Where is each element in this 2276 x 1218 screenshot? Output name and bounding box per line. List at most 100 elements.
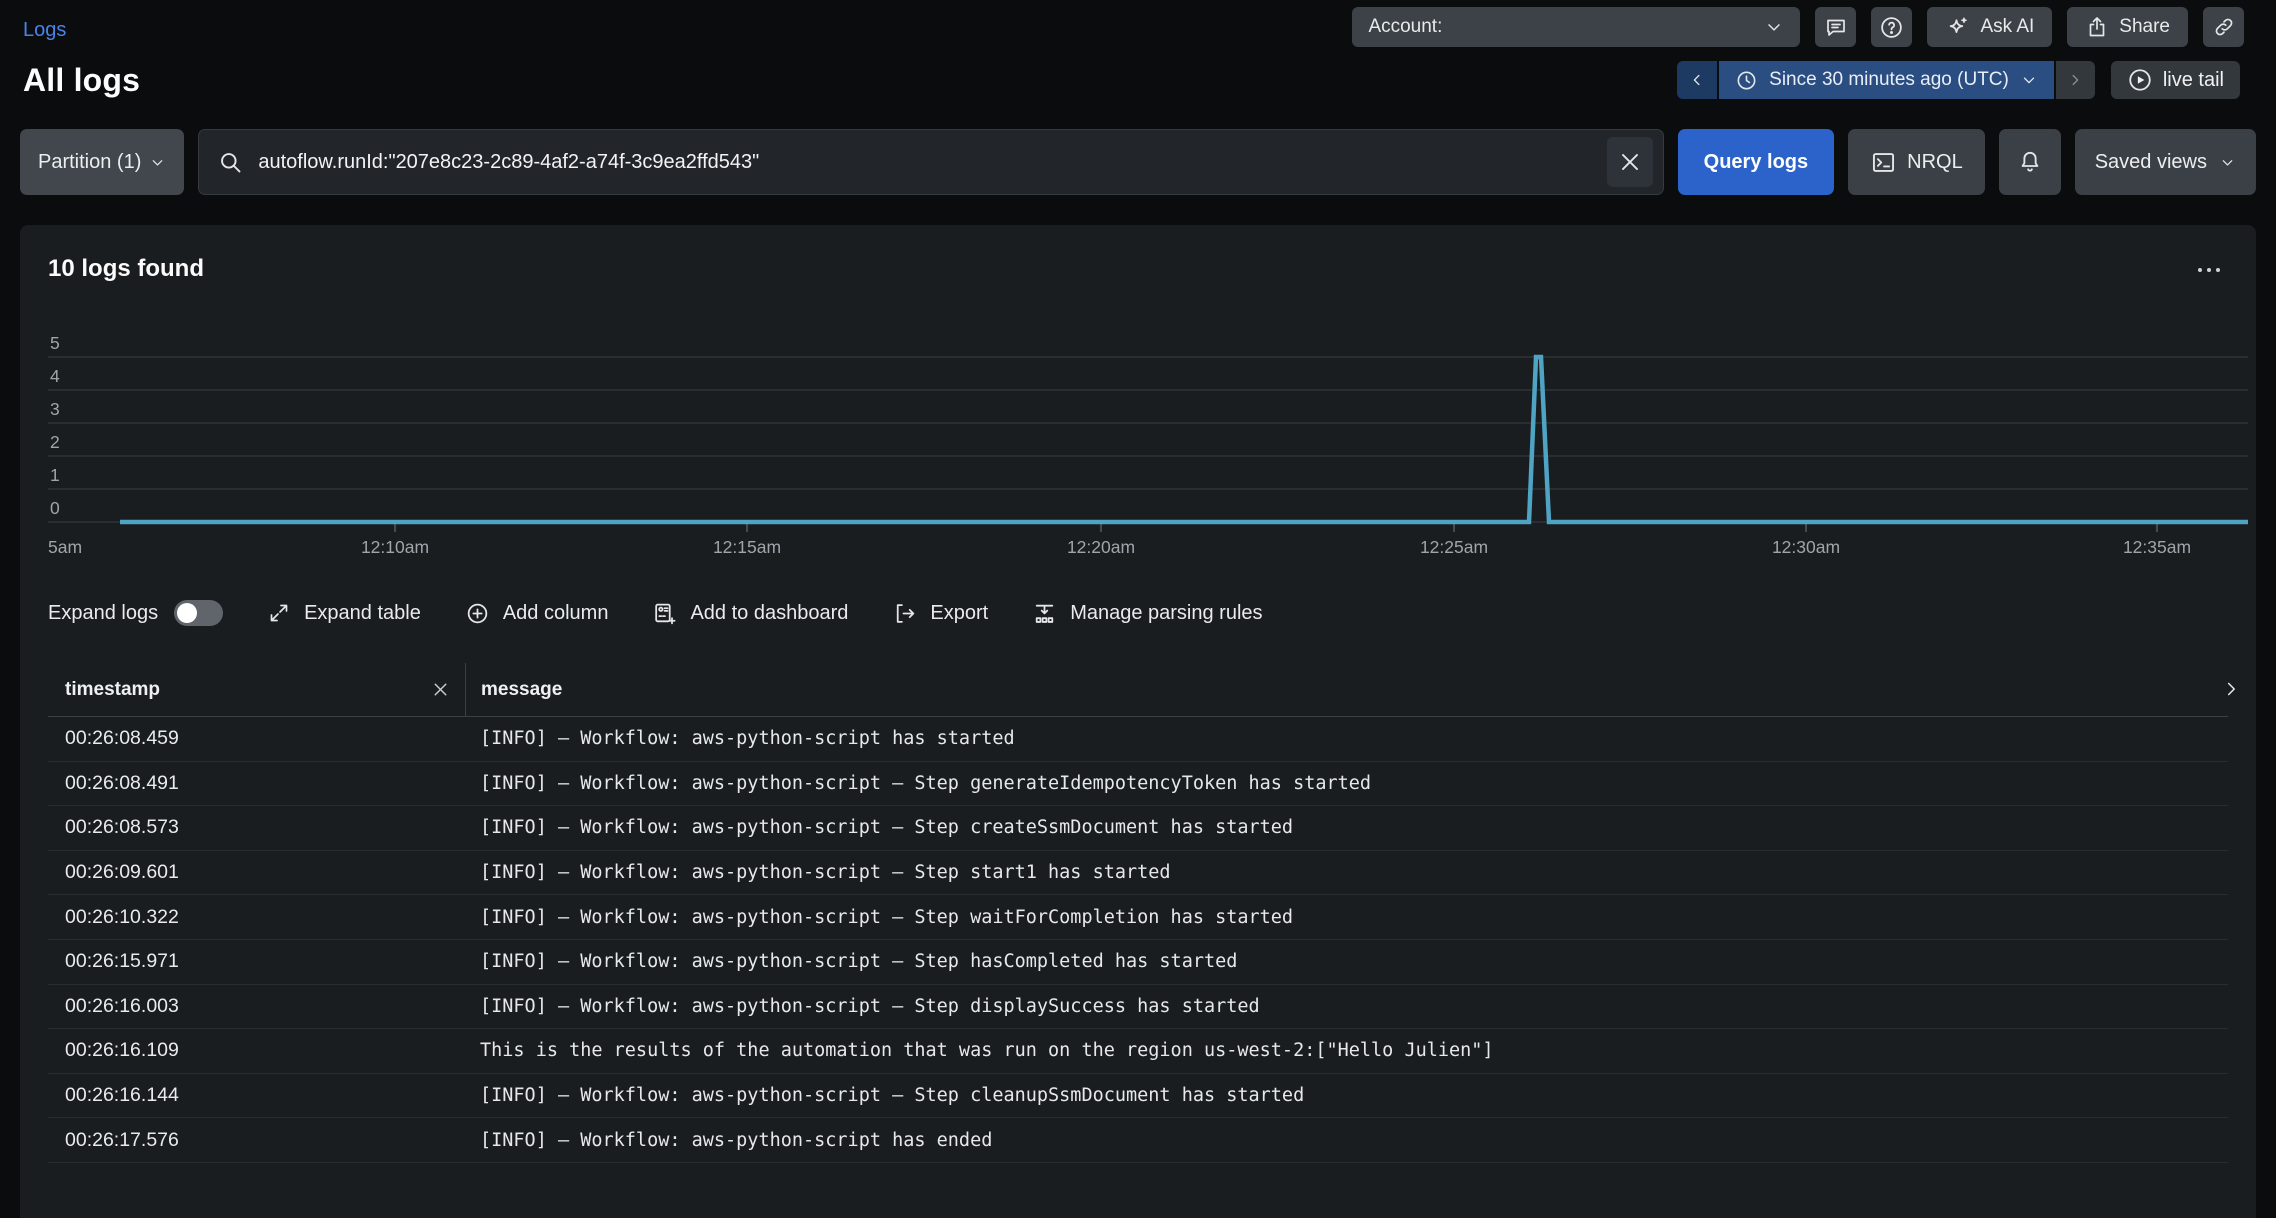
ask-ai-button[interactable]: Ask AI [1927,7,2052,47]
toggle-knob [177,603,197,623]
svg-text:3: 3 [50,399,60,419]
add-column-button[interactable]: Add column [465,601,609,626]
timestamp-column-header[interactable]: timestamp [48,675,465,704]
svg-text:12:35am: 12:35am [2123,537,2191,557]
chevron-right-icon [2066,71,2084,89]
log-table-toolbar: Expand logs Expand table Add column Ad [48,591,2228,635]
log-timestamp: 00:26:08.459 [48,727,465,750]
log-row[interactable]: 00:26:10.322 [INFO] – Workflow: aws-pyth… [48,895,2228,940]
time-range-picker[interactable]: Since 30 minutes ago (UTC) [1719,61,2054,99]
live-tail-button[interactable]: live tail [2111,61,2240,99]
chevron-down-icon [149,154,166,171]
more-options-button[interactable] [2190,256,2228,283]
time-controls: Since 30 minutes ago (UTC) live tail [1677,61,2240,99]
svg-text:12:30am: 12:30am [1772,537,1840,557]
time-forward-button[interactable] [2056,61,2095,99]
chevron-left-icon [1688,71,1706,89]
saved-views-dropdown[interactable]: Saved views [2075,129,2256,195]
query-logs-button[interactable]: Query logs [1678,129,1834,195]
table-scroll-right-button[interactable] [2220,678,2242,700]
expand-logs-control: Expand logs [48,600,223,626]
help-button[interactable] [1871,7,1912,47]
log-row[interactable]: 00:26:08.459 [INFO] – Workflow: aws-pyth… [48,717,2228,762]
bell-icon [2017,149,2043,175]
breadcrumb-logs-link[interactable]: Logs [23,19,66,42]
message-header-label: message [481,679,562,701]
manage-parsing-rules-button[interactable]: Manage parsing rules [1032,601,1262,626]
link-icon [2212,15,2236,39]
log-message: [INFO] – Workflow: aws-python-script – S… [465,907,2228,928]
log-message: [INFO] – Workflow: aws-python-script – S… [465,817,2228,838]
chevron-down-icon [2020,71,2038,89]
chart-x-ticks [395,523,2157,532]
search-icon [217,149,244,176]
partition-label: Partition (1) [38,151,141,174]
log-message: [INFO] – Workflow: aws-python-script – S… [465,862,2228,883]
dashboard-add-icon [652,601,677,626]
log-timestamp: 00:26:08.573 [48,816,465,839]
svg-text:4: 4 [50,366,60,386]
logs-panel: 10 logs found 5 4 [20,225,2256,1218]
feedback-button[interactable] [1815,7,1856,47]
log-row[interactable]: 00:26:15.971 [INFO] – Workflow: aws-pyth… [48,940,2228,985]
remove-timestamp-column-button[interactable] [426,675,455,704]
log-timestamp: 00:26:16.109 [48,1039,465,1062]
export-icon [892,601,917,626]
svg-text:0: 0 [50,498,60,518]
log-timestamp: 00:26:10.322 [48,906,465,929]
expand-table-button[interactable]: Expand table [267,601,421,625]
page-title: All logs [23,62,140,99]
saved-views-label: Saved views [2095,151,2207,174]
query-logs-label: Query logs [1704,151,1808,174]
title-row: All logs Since 30 minutes ago (UTC) [0,47,2276,99]
copy-link-button[interactable] [2203,7,2244,47]
expand-icon [267,601,291,625]
expand-logs-label: Expand logs [48,602,158,625]
parsing-rules-icon [1032,601,1057,626]
clear-query-button[interactable] [1607,137,1653,187]
partition-dropdown[interactable]: Partition (1) [20,129,184,195]
top-right-controls: Account: Ask AI [1352,7,2244,47]
chart-y-axis-labels: 5 4 3 2 1 0 [50,333,60,518]
account-dropdown-label: Account: [1368,16,1442,38]
share-label: Share [2119,16,2170,38]
nrql-label: NRQL [1907,151,1963,174]
add-to-dashboard-button[interactable]: Add to dashboard [652,601,848,626]
log-row[interactable]: 00:26:16.003 [INFO] – Workflow: aws-pyth… [48,985,2228,1030]
search-input[interactable] [258,151,1592,174]
help-icon [1879,15,1904,40]
chevron-down-icon [2219,154,2236,171]
svg-text:5am: 5am [48,537,82,557]
log-message: This is the results of the automation th… [465,1040,2228,1061]
filter-bar: Partition (1) Query logs NRQL [0,99,2276,195]
log-row[interactable]: 00:26:17.576 [INFO] – Workflow: aws-pyth… [48,1118,2228,1163]
account-dropdown[interactable]: Account: [1352,7,1800,47]
expand-table-label: Expand table [304,602,421,625]
time-back-button[interactable] [1677,61,1717,99]
time-range-nav: Since 30 minutes ago (UTC) [1677,61,2095,99]
logs-volume-chart[interactable]: 5 4 3 2 1 0 5am 12: [48,323,2228,561]
svg-text:1: 1 [50,465,60,485]
alerts-button[interactable] [1999,129,2061,195]
share-button[interactable]: Share [2067,7,2188,47]
log-message: [INFO] – Workflow: aws-python-script – S… [465,951,2228,972]
nrql-button[interactable]: NRQL [1848,129,1985,195]
log-row[interactable]: 00:26:16.109 This is the results of the … [48,1029,2228,1074]
expand-logs-toggle[interactable] [174,600,223,626]
chevron-down-icon [1764,17,1784,37]
share-icon [2085,15,2109,39]
log-table-header: timestamp message [48,663,2228,717]
time-range-label: Since 30 minutes ago (UTC) [1769,69,2009,91]
message-column-header[interactable]: message [465,663,2228,716]
log-row[interactable]: 00:26:08.491 [INFO] – Workflow: aws-pyth… [48,762,2228,807]
log-row[interactable]: 00:26:09.601 [INFO] – Workflow: aws-pyth… [48,851,2228,896]
log-timestamp: 00:26:08.491 [48,772,465,795]
log-message: [INFO] – Workflow: aws-python-script has… [465,728,2228,749]
timestamp-header-label: timestamp [65,679,160,701]
log-row[interactable]: 00:26:16.144 [INFO] – Workflow: aws-pyth… [48,1074,2228,1119]
log-query-field[interactable] [198,129,1663,195]
export-button[interactable]: Export [892,601,988,626]
log-row[interactable]: 00:26:08.573 [INFO] – Workflow: aws-pyth… [48,806,2228,851]
top-bar: Logs Account: [0,0,2276,47]
terminal-icon [1870,149,1897,176]
